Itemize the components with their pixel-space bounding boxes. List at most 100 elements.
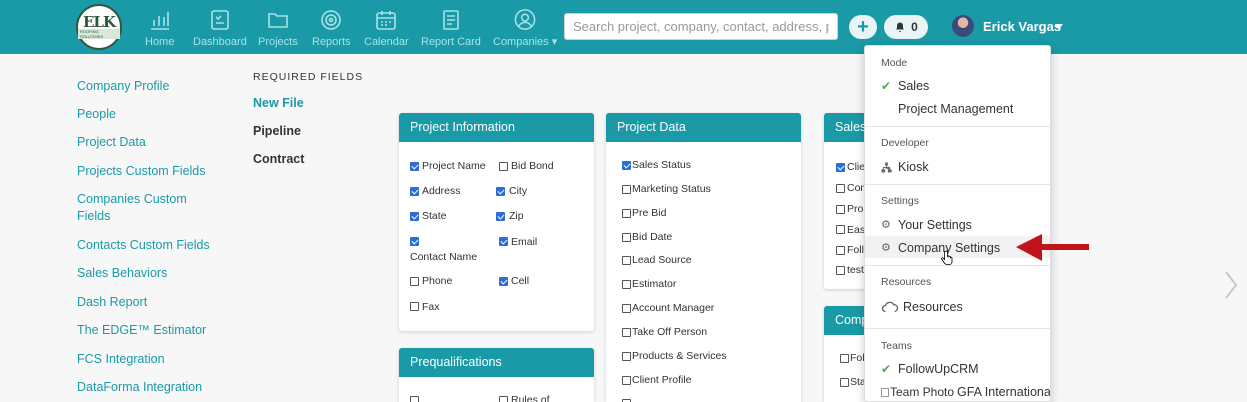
tab-pipeline[interactable]: Pipeline <box>253 124 301 138</box>
checkbox-sales-status[interactable] <box>622 161 631 170</box>
prequalifications-card: Prequalifications Rules of <box>399 348 594 402</box>
card-title: Prequalifications <box>399 348 594 377</box>
menu-companies-custom-fields[interactable]: Companies Custom Fields <box>77 191 207 225</box>
logo-subtext: ROOFING SOLUTIONS <box>78 29 120 39</box>
field-label: Email <box>511 236 538 248</box>
nav-home[interactable]: Home <box>145 8 174 48</box>
nav-calendar[interactable]: Calendar <box>364 8 409 48</box>
field-label: Products & Services <box>632 350 727 362</box>
checkbox-state[interactable] <box>410 212 419 221</box>
menu-contacts-custom-fields[interactable]: Contacts Custom Fields <box>77 237 210 254</box>
nav-reports-label: Reports <box>312 36 351 48</box>
field-label: State <box>422 210 447 222</box>
checkbox-sales-2[interactable] <box>836 184 845 193</box>
tab-new-file[interactable]: New File <box>253 96 304 110</box>
menu-people[interactable]: People <box>77 106 116 123</box>
menu-item-kiosk[interactable]: Kiosk <box>898 160 929 174</box>
checkbox-project-name[interactable] <box>410 162 419 171</box>
chevron-right-icon[interactable] <box>1224 270 1238 300</box>
menu-item-team-gfa-international[interactable]: GFA International <box>957 385 1050 399</box>
logo-text: ELK <box>82 13 116 31</box>
checkbox-address[interactable] <box>410 187 419 196</box>
bar-chart-icon <box>150 12 169 30</box>
nav-projects[interactable]: Projects <box>258 8 298 48</box>
checkbox-sales-4[interactable] <box>836 225 845 234</box>
checklist-icon <box>211 10 229 30</box>
checkbox-sales-3[interactable] <box>836 205 845 214</box>
annotation-arrow-icon <box>1016 234 1089 261</box>
checkbox-comp-2[interactable] <box>840 378 849 387</box>
checkbox-bid-date[interactable] <box>622 233 631 242</box>
field-label: Rules of <box>511 394 550 402</box>
section-developer: Developer <box>881 137 929 149</box>
checkbox-client-profile[interactable] <box>622 376 631 385</box>
nav-companies-label: Companies ▾ <box>493 36 558 48</box>
checkbox-marketing-status[interactable] <box>622 185 631 194</box>
card-title: Project Data <box>606 113 801 142</box>
checkbox-products-services[interactable] <box>622 352 631 361</box>
checkbox-pre-bid[interactable] <box>622 209 631 218</box>
tab-contract[interactable]: Contract <box>253 152 304 166</box>
menu-item-team-followupcrm[interactable]: FollowUpCRM <box>898 362 979 376</box>
checkbox-bid-bond[interactable] <box>499 162 508 171</box>
field-label: Fol <box>850 352 865 364</box>
checkbox-rules-of[interactable] <box>499 396 508 402</box>
menu-item-resources[interactable]: Resources <box>903 300 963 314</box>
menu-sales-behaviors[interactable]: Sales Behaviors <box>77 265 167 282</box>
field-label: Client Profile <box>632 374 692 386</box>
checkbox-zip[interactable] <box>496 212 505 221</box>
checkbox-prequal-1[interactable] <box>410 396 419 402</box>
checkbox-fax[interactable] <box>410 302 419 311</box>
nav-reports[interactable]: Reports <box>312 8 351 48</box>
section-resources: Resources <box>881 276 932 288</box>
broken-image-icon <box>881 388 889 397</box>
menu-item-sales-mode[interactable]: Sales <box>898 79 929 93</box>
nav-home-label: Home <box>145 36 175 48</box>
gear-icon: ⚙ <box>881 242 891 254</box>
checkbox-account-manager[interactable] <box>622 304 631 313</box>
checkbox-lead-source[interactable] <box>622 256 631 265</box>
field-label: Eas <box>847 224 866 236</box>
checkbox-sales-1[interactable] <box>836 163 845 172</box>
field-label: Bid Date <box>632 231 673 243</box>
section-mode: Mode <box>881 57 908 69</box>
checkbox-sales-6[interactable] <box>836 266 845 275</box>
section-settings: Settings <box>881 195 919 207</box>
project-information-card: Project Information Project Name Bid Bon… <box>399 113 594 331</box>
person-circle-icon <box>514 9 536 30</box>
nav-dashboard[interactable]: Dashboard <box>193 8 247 48</box>
menu-item-project-management-mode[interactable]: Project Management <box>898 102 1013 116</box>
checkbox-take-off-person[interactable] <box>622 328 631 337</box>
nav-report-card[interactable]: Report Card <box>421 8 481 48</box>
add-button[interactable]: + <box>849 15 877 39</box>
menu-edge-estimator[interactable]: The EDGE™ Estimator <box>77 322 206 339</box>
checkbox-comp-1[interactable] <box>840 354 849 363</box>
field-label: Sales Status <box>632 159 691 171</box>
nav-report-card-label: Report Card <box>421 36 481 48</box>
menu-fcs-integration[interactable]: FCS Integration <box>77 351 165 368</box>
company-logo[interactable]: ELK ROOFING SOLUTIONS <box>76 4 122 50</box>
menu-projects-custom-fields[interactable]: Projects Custom Fields <box>77 163 206 180</box>
checkbox-contact-name[interactable] <box>410 237 419 246</box>
user-name[interactable]: Erick Vargas <box>983 19 1061 34</box>
gear-icon: ⚙ <box>881 219 891 231</box>
menu-company-profile[interactable]: Company Profile <box>77 78 169 95</box>
menu-item-your-settings[interactable]: Your Settings <box>898 218 972 232</box>
menu-project-data[interactable]: Project Data <box>77 134 146 151</box>
checkbox-phone[interactable] <box>410 277 419 286</box>
search-input[interactable] <box>564 13 838 40</box>
avatar[interactable] <box>952 15 974 37</box>
menu-dash-report[interactable]: Dash Report <box>77 294 147 311</box>
checkbox-sales-5[interactable] <box>836 246 845 255</box>
checkbox-cell[interactable] <box>499 277 508 286</box>
menu-dataforma-integration[interactable]: DataForma Integration <box>77 379 202 396</box>
checkbox-city[interactable] <box>496 187 505 196</box>
notifications-button[interactable]: 0 <box>884 15 928 39</box>
field-label: Foll <box>847 244 864 256</box>
checkbox-email[interactable] <box>499 237 508 246</box>
field-label: test <box>847 264 864 276</box>
nav-companies[interactable]: Companies ▾ <box>493 8 557 48</box>
required-fields-heading: REQUIRED FIELDS <box>253 71 364 83</box>
checkbox-estimator[interactable] <box>622 280 631 289</box>
chevron-down-icon[interactable] <box>1055 24 1063 29</box>
